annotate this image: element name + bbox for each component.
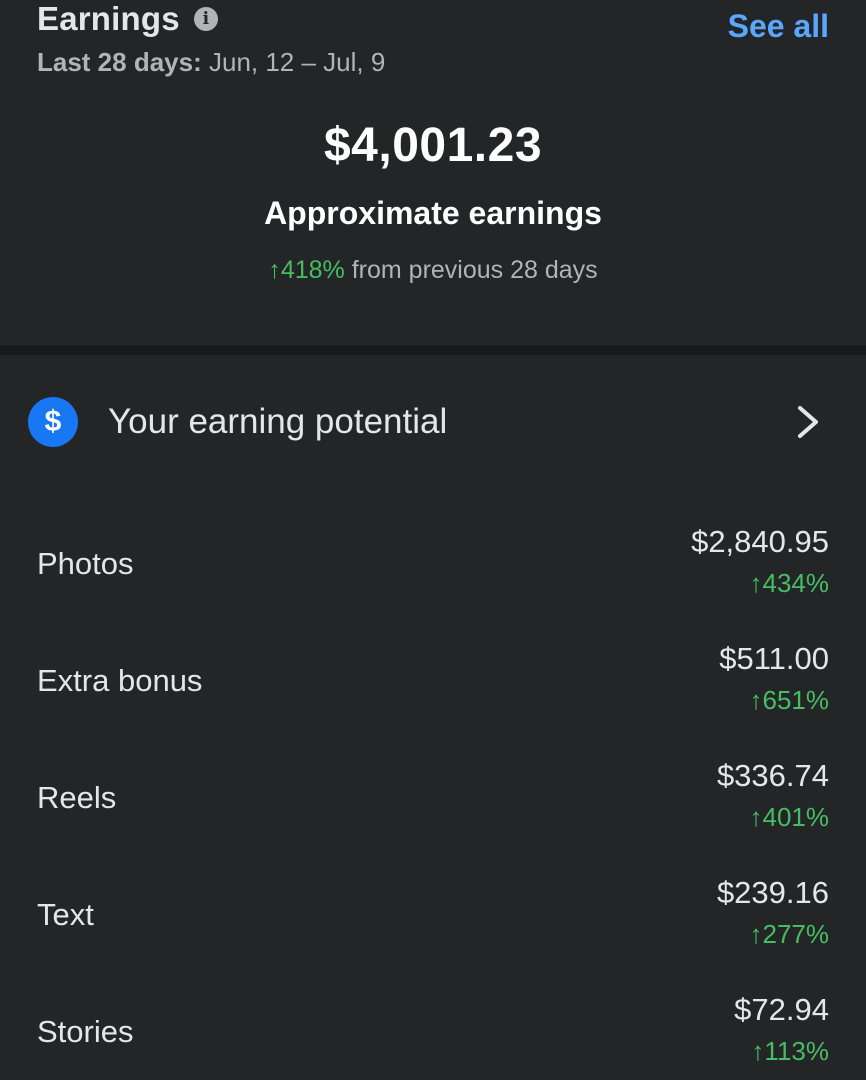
section-divider — [0, 345, 866, 355]
earning-potential-row[interactable]: $ Your earning potential — [28, 392, 838, 452]
earning-potential-label: Your earning potential — [108, 402, 448, 441]
breakdown-change: ↑434% — [749, 568, 830, 598]
total-earnings-label: Approximate earnings — [264, 195, 602, 231]
see-all-link[interactable]: See all — [728, 8, 829, 45]
breakdown-change: ↑401% — [749, 802, 830, 832]
date-range-value: Jun, 12 – Jul, 9 — [208, 47, 386, 77]
dollar-icon: $ — [28, 397, 78, 447]
earnings-summary: $4,001.23 Approximate earnings ↑418% fro… — [0, 118, 866, 285]
breakdown-label: Stories — [37, 1014, 134, 1049]
breakdown-amount: $336.74 — [716, 758, 829, 793]
date-range-label: Last 28 days: — [37, 47, 202, 77]
total-change: ↑418% from previous 28 days — [0, 256, 866, 285]
breakdown-label: Reels — [37, 780, 117, 815]
breakdown-row-photos[interactable]: Photos $2,840.95 ↑434% — [37, 524, 829, 624]
breakdown-amount: $2,840.95 — [691, 524, 829, 559]
total-change-percent: ↑418% — [268, 256, 345, 284]
breakdown-row-stories[interactable]: Stories $72.94 ↑113% — [37, 992, 829, 1080]
breakdown-amount: $511.00 — [719, 641, 829, 676]
breakdown-change: ↑277% — [749, 919, 830, 949]
breakdown-row-text[interactable]: Text $239.16 ↑277% — [37, 875, 829, 975]
date-range: Last 28 days: Jun, 12 – Jul, 9 — [37, 47, 385, 78]
total-change-text: from previous 28 days — [351, 256, 598, 284]
earnings-page: Earnings i See all Last 28 days: Jun, 12… — [0, 0, 866, 1080]
breakdown-label: Photos — [37, 546, 134, 581]
header-title-row: Earnings i — [37, 0, 218, 38]
breakdown-label: Text — [37, 897, 94, 932]
breakdown-amount: $239.16 — [716, 875, 829, 910]
breakdown-amount: $72.94 — [734, 992, 829, 1027]
page-title: Earnings — [37, 0, 180, 37]
breakdown-change: ↑651% — [749, 685, 830, 715]
total-earnings: $4,001.23 — [323, 119, 543, 172]
chevron-right-icon[interactable] — [790, 404, 826, 440]
breakdown-row-extra-bonus[interactable]: Extra bonus $511.00 ↑651% — [37, 641, 829, 741]
breakdown-change: ↑113% — [751, 1036, 829, 1066]
info-icon[interactable]: i — [193, 7, 218, 31]
breakdown-row-reels[interactable]: Reels $336.74 ↑401% — [37, 758, 829, 858]
breakdown-label: Extra bonus — [37, 663, 203, 698]
